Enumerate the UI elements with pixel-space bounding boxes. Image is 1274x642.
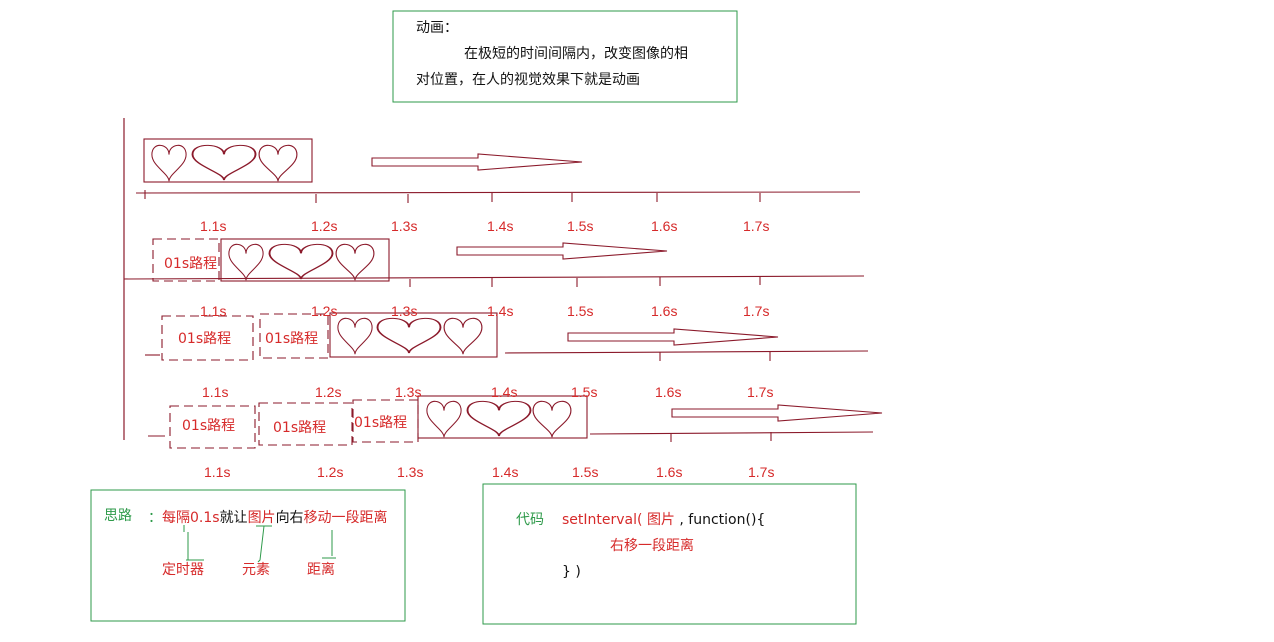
definition-title: 动画： — [416, 20, 458, 36]
code-fn: setInterval( — [562, 512, 643, 528]
tick-label: 1.7s — [743, 303, 769, 319]
timeline-row-2 — [123, 238, 865, 287]
code-close: } ) — [562, 564, 581, 580]
tick-label: 1.4s — [491, 384, 517, 400]
tick-label: 1.5s — [572, 464, 598, 480]
tick-label: 1.4s — [487, 303, 513, 319]
tick-label: 1.6s — [651, 218, 677, 234]
tick-label: 1.2s — [311, 303, 337, 319]
idea-interval: 每隔0.1s — [162, 510, 220, 526]
path-label: 01s路程 — [178, 331, 231, 347]
tick-label: 1.6s — [655, 384, 681, 400]
idea-sentence: ：每隔0.1s就让图片向右移动一段距离 — [148, 504, 388, 532]
path-label: 01s路程 — [354, 415, 407, 431]
idea-right: 向右 — [275, 510, 304, 526]
idea-then: 就让 — [219, 510, 248, 526]
definition-line-2: 对位置，在人的视觉效果下就是动画 — [416, 72, 640, 88]
idea-distance: 距离 — [307, 562, 335, 578]
idea-image: 图片 — [247, 510, 276, 526]
tick-label: 1.7s — [747, 384, 773, 400]
tick-label: 1.1s — [200, 303, 226, 319]
idea-colon: ： — [148, 510, 162, 526]
code-line-1: setInterval( 图片 , function(){ — [562, 506, 765, 534]
tick-label: 1.2s — [317, 464, 343, 480]
path-label: 01s路程 — [265, 331, 318, 347]
code-rest: , function(){ — [679, 512, 766, 528]
idea-label: 思路 — [104, 508, 132, 524]
idea-element: 元素 — [242, 562, 270, 578]
tick-label: 1.7s — [743, 218, 769, 234]
tick-label: 1.4s — [492, 464, 518, 480]
code-body: 右移一段距离 — [610, 538, 694, 554]
timeline-row-1 — [135, 138, 861, 203]
idea-move: 移动一段距离 — [303, 510, 388, 526]
code-arg: 图片 — [646, 512, 675, 528]
path-labels: 01s路程 01s路程 01s路程 01s路程 01s路程 01s路程 — [164, 256, 407, 436]
idea-timer: 定时器 — [162, 562, 204, 578]
definition-line-1: 在极短的时间间隔内，改变图像的相 — [464, 46, 688, 62]
path-label: 01s路程 — [182, 418, 235, 434]
tick-label: 1.3s — [391, 303, 417, 319]
code-label: 代码 — [516, 512, 544, 528]
path-label: 01s路程 — [273, 420, 326, 436]
tick-label: 1.3s — [391, 218, 417, 234]
tick-label: 1.6s — [656, 464, 682, 480]
tick-label: 1.1s — [204, 464, 230, 480]
tick-label: 1.5s — [567, 303, 593, 319]
path-label: 01s路程 — [164, 256, 217, 272]
tick-label: 1.3s — [397, 464, 423, 480]
timeline-row-3 — [145, 312, 869, 361]
tick-labels: 1.1s 1.2s 1.3s 1.4s 1.5s 1.6s 1.7s 1.1s … — [200, 218, 774, 480]
tick-label: 1.1s — [202, 384, 228, 400]
tick-label: 1.7s — [748, 464, 774, 480]
tick-label: 1.4s — [487, 218, 513, 234]
tick-label: 1.2s — [311, 218, 337, 234]
tick-label: 1.6s — [651, 303, 677, 319]
tick-label: 1.1s — [200, 218, 226, 234]
tick-label: 1.5s — [567, 218, 593, 234]
tick-label: 1.2s — [315, 384, 341, 400]
tick-label: 1.3s — [395, 384, 421, 400]
tick-label: 1.5s — [571, 384, 597, 400]
timeline-row-4 — [148, 395, 883, 449]
